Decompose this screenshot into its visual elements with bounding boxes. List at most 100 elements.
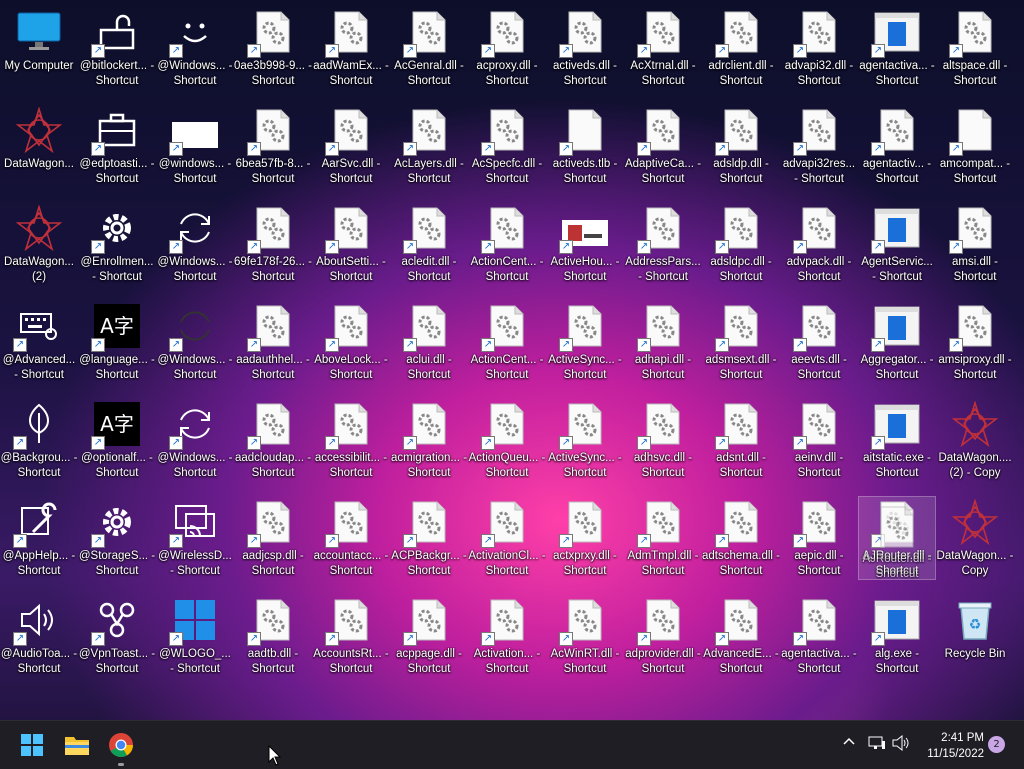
desktop-icon[interactable]: ↗ @AppHelp... - Shortcut <box>0 490 78 586</box>
desktop-icon[interactable]: ↗ aeevts.dll - Shortcut <box>780 294 858 390</box>
desktop-icon[interactable]: ↗ adsldpc.dll - Shortcut <box>702 196 780 292</box>
desktop-icon[interactable]: ↗ adsmsext.dll - Shortcut <box>702 294 780 390</box>
desktop-icon[interactable]: ↗ acledit.dll - Shortcut <box>390 196 468 292</box>
desktop-icon[interactable]: ↗ ActionQueu... - Shortcut <box>468 392 546 488</box>
desktop-icon[interactable]: ↗ AddressPars... - Shortcut <box>624 196 702 292</box>
desktop-icon[interactable]: ↗ 69fe178f-26... - Shortcut <box>234 196 312 292</box>
desktop-icon[interactable]: My Computer <box>0 0 78 96</box>
desktop-icon[interactable]: ↗ acppage.dll - Shortcut <box>390 588 468 684</box>
desktop-icon[interactable]: ↗ @bitlockert... - Shortcut <box>78 0 156 96</box>
desktop-icon[interactable]: ↗ aclui.dll - Shortcut <box>390 294 468 390</box>
desktop-icon[interactable]: ↗ agentactiva... - Shortcut <box>858 0 936 96</box>
desktop-icon[interactable]: ↗ ACPBackgr... - Shortcut <box>390 490 468 586</box>
desktop-icon[interactable]: ↗ amsi.dll - Shortcut <box>936 196 1014 292</box>
desktop-icon[interactable]: ↗ agentactiv... - Shortcut <box>858 98 936 194</box>
desktop-icon[interactable]: ↗ AdvancedE... - Shortcut <box>702 588 780 684</box>
desktop-icon[interactable]: ↗ @Advanced... - Shortcut <box>0 294 78 390</box>
start-button[interactable] <box>14 727 50 763</box>
desktop-icon[interactable]: ↗ adhsvc.dll - Shortcut <box>624 392 702 488</box>
desktop-icon[interactable]: ↗ aadcloudap... - Shortcut <box>234 392 312 488</box>
desktop[interactable]: My Computer ↗ @bitlockert... - Shortcut ↗ @W… <box>0 0 1024 720</box>
desktop-icon[interactable]: ↗ acproxy.dll - Shortcut <box>468 0 546 96</box>
desktop-icon[interactable]: ↗ @StorageS... - Shortcut <box>78 490 156 586</box>
desktop-icon[interactable]: ↗ actxprxy.dll - Shortcut <box>546 490 624 586</box>
desktop-icon[interactable]: ↗ advpack.dll - Shortcut <box>780 196 858 292</box>
desktop-icon[interactable]: ↗ aadauthhel... - Shortcut <box>234 294 312 390</box>
desktop-icon[interactable]: ↗ alg.exe - Shortcut <box>858 588 936 684</box>
desktop-icon[interactable]: ↗ @Enrollmen... - Shortcut <box>78 196 156 292</box>
desktop-icon[interactable]: ↗ Activation... - Shortcut <box>468 588 546 684</box>
desktop-icon[interactable]: ↗ ActionCent... - Shortcut <box>468 196 546 292</box>
desktop-icon[interactable]: ↗ agentactiva... - Shortcut <box>780 588 858 684</box>
desktop-icon[interactable]: ↗ aadWamEx... - Shortcut <box>312 0 390 96</box>
desktop-icon[interactable]: ↗ adprovider.dll - Shortcut <box>624 588 702 684</box>
desktop-icon[interactable]: ↗ advapi32res... - Shortcut <box>780 98 858 194</box>
desktop-icon[interactable]: ↗ adsnt.dll - Shortcut <box>702 392 780 488</box>
desktop-icon[interactable]: ↗ @windows... - Shortcut <box>156 98 234 194</box>
desktop-icon[interactable]: ↗ @VpnToast... - Shortcut <box>78 588 156 684</box>
desktop-icon[interactable]: A字 ↗ @language... - Shortcut <box>78 294 156 390</box>
desktop-icon[interactable]: ↗ accessibilit... - Shortcut <box>312 392 390 488</box>
show-hidden-icons-button[interactable] <box>842 735 856 753</box>
desktop-icon[interactable]: ↗ aadtb.dll - Shortcut <box>234 588 312 684</box>
desktop-icon[interactable]: ↗ acmigration... - Shortcut <box>390 392 468 488</box>
file-explorer-button[interactable] <box>59 727 95 763</box>
desktop-icon[interactable]: DataWagon... <box>0 98 78 194</box>
desktop-icon[interactable]: ↗ 0ae3b998-9... - Shortcut <box>234 0 312 96</box>
desktop-icon[interactable]: ↗ altspace.dll - Shortcut <box>936 0 1014 96</box>
desktop-icon[interactable]: ↗ @edptoasti... - Shortcut <box>78 98 156 194</box>
desktop-icon[interactable]: DataWagon.... (2) - Copy <box>936 392 1014 488</box>
desktop-icon[interactable]: ↗ AgentServic... - Shortcut <box>858 196 936 292</box>
desktop-icon[interactable]: ↗ aadjcsp.dll - Shortcut <box>234 490 312 586</box>
desktop-icon[interactable]: ↗ AcXtrnal.dll - Shortcut <box>624 0 702 96</box>
desktop-icon[interactable]: A字 ↗ @optionalf... - Shortcut <box>78 392 156 488</box>
desktop-icon[interactable]: ↗ AcWinRT.dll - Shortcut <box>546 588 624 684</box>
desktop-icon[interactable]: ↗ adrclient.dll - Shortcut <box>702 0 780 96</box>
desktop-icon[interactable]: ↗ aeinv.dll - Shortcut <box>780 392 858 488</box>
desktop-icon[interactable]: ↗ AboveLock... - Shortcut <box>312 294 390 390</box>
desktop-icon[interactable]: ↗ AdmTmpl.dll - Shortcut <box>624 490 702 586</box>
shortcut-arrow-icon: ↗ <box>793 436 807 450</box>
desktop-icon[interactable]: ↗ amsiproxy.dll - Shortcut <box>936 294 1014 390</box>
chrome-button[interactable] <box>103 727 139 766</box>
desktop-icon[interactable]: DataWagon... (2) <box>0 196 78 292</box>
desktop-icon[interactable]: ↗ @WirelessD... - Shortcut <box>156 490 234 586</box>
desktop-icon[interactable]: ↗ amcompat... - Shortcut <box>936 98 1014 194</box>
desktop-icon[interactable]: ↗ accountacc... - Shortcut <box>312 490 390 586</box>
desktop-icon[interactable]: ↗ adhapi.dll - Shortcut <box>624 294 702 390</box>
desktop-icon[interactable]: ↗ @WLOGO_... - Shortcut <box>156 588 234 684</box>
desktop-icon[interactable]: ↗ AccountsRt... - Shortcut <box>312 588 390 684</box>
desktop-icon[interactable]: ↗ activeds.tlb - Shortcut <box>546 98 624 194</box>
desktop-icon[interactable]: ↗ ActiveSync... - Shortcut <box>546 294 624 390</box>
desktop-icon[interactable]: ↗ adsldp.dll - Shortcut <box>702 98 780 194</box>
desktop-icon[interactable]: ↗ AdaptiveCa... - Shortcut <box>624 98 702 194</box>
desktop-icon[interactable]: ↗ activeds.dll - Shortcut <box>546 0 624 96</box>
desktop-icon[interactable]: ♻ Recycle Bin <box>936 588 1014 684</box>
desktop-icon[interactable]: ↗ @Windows... - Shortcut <box>156 294 234 390</box>
clock[interactable]: 2:41 PM 11/15/2022 <box>927 730 984 762</box>
desktop-icon[interactable]: ↗ AboutSetti... - Shortcut <box>312 196 390 292</box>
desktop-icon[interactable]: ↗ advapi32.dll - Shortcut <box>780 0 858 96</box>
desktop-icon[interactable]: ↗ ActiveHou... - Shortcut <box>546 196 624 292</box>
desktop-icon[interactable]: ↗ @Windows... - Shortcut <box>156 392 234 488</box>
desktop-icon[interactable]: ↗ AcSpecfc.dll - Shortcut <box>468 98 546 194</box>
desktop-icon[interactable]: ↗ @Windows... - Shortcut <box>156 196 234 292</box>
desktop-icon[interactable]: ↗ aepic.dll - Shortcut <box>780 490 858 586</box>
volume-button[interactable] <box>892 734 910 755</box>
desktop-icon[interactable]: ↗ @Backgrou... - Shortcut <box>0 392 78 488</box>
desktop-icon[interactable]: ↗ Aggregator... - Shortcut <box>858 294 936 390</box>
desktop-icon[interactable]: ↗ ActionCent... - Shortcut <box>468 294 546 390</box>
desktop-icon[interactable]: ↗ 6bea57fb-8... - Shortcut <box>234 98 312 194</box>
desktop-icon[interactable]: ↗ adtschema.dll - Shortcut <box>702 490 780 586</box>
desktop-icon[interactable]: ↗ ActivationCl... - Shortcut <box>468 490 546 586</box>
desktop-icon[interactable]: ↗ AarSvc.dll - Shortcut <box>312 98 390 194</box>
network-button[interactable] <box>868 735 886 755</box>
desktop-icon[interactable]: DataWagon... - Copy <box>936 490 1014 586</box>
desktop-icon[interactable]: ↗ aitstatic.exe - Shortcut <box>858 392 936 488</box>
notification-badge[interactable]: 2 <box>988 736 1005 753</box>
desktop-icon[interactable]: ↗ @Windows... - Shortcut <box>156 0 234 96</box>
desktop-icon[interactable]: ↗ ActiveSync... - Shortcut <box>546 392 624 488</box>
desktop-icon[interactable]: ↗ @AudioToa... - Shortcut <box>0 588 78 684</box>
desktop-icon[interactable]: ↗ AcGenral.dll - Shortcut <box>390 0 468 96</box>
desktop-icon[interactable]: ↗ AcLayers.dll - Shortcut <box>390 98 468 194</box>
